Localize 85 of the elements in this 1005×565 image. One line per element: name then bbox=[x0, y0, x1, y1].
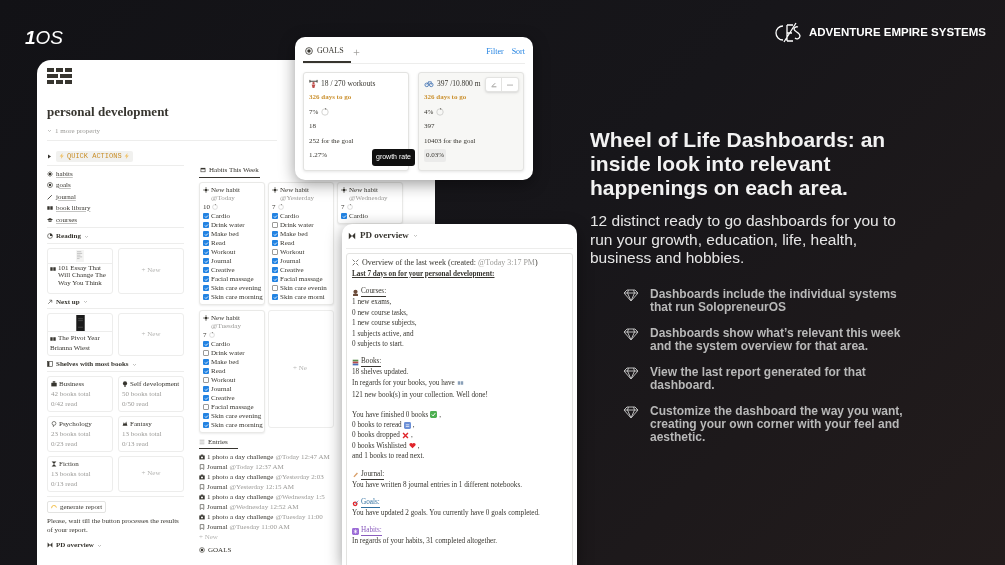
feature-point: Customize the dashboard the way you want, creating your own corner with your feel and aesthetic. bbox=[650, 404, 904, 444]
target-icon bbox=[199, 546, 205, 553]
book-icon bbox=[50, 335, 56, 342]
briefcase-icon bbox=[51, 380, 57, 387]
checkbox[interactable] bbox=[203, 377, 209, 383]
diamond-icon bbox=[623, 405, 639, 419]
overview-heading: Overview of the last week (created: @Today 3:17 PM) bbox=[362, 257, 538, 268]
camera-icon bbox=[199, 494, 205, 500]
lightning-icon bbox=[123, 153, 130, 160]
dart-icon bbox=[352, 499, 359, 507]
diamond-icon bbox=[623, 288, 639, 302]
progress-ring-icon bbox=[346, 204, 353, 210]
cross-mark-icon bbox=[401, 432, 409, 440]
book-cover-icon bbox=[75, 315, 85, 331]
graduation-cap-icon bbox=[47, 216, 53, 223]
goals-tab[interactable]: GOALS bbox=[303, 45, 351, 63]
checkbox[interactable] bbox=[272, 285, 278, 291]
progress-ring-icon bbox=[277, 204, 284, 210]
chevron-down-icon bbox=[82, 299, 88, 305]
chevron-down-icon bbox=[96, 542, 102, 548]
bookmark-icon bbox=[199, 484, 205, 490]
arrows-icon bbox=[352, 259, 359, 267]
feature-point: Dashboards show what’s relevant this week and the system overview for that area. bbox=[650, 326, 902, 353]
checkbox[interactable] bbox=[203, 404, 209, 410]
arrow-up-right-icon bbox=[47, 298, 53, 305]
swirl-icon bbox=[51, 503, 57, 510]
overview-title[interactable]: PD overview bbox=[360, 229, 409, 243]
checkbox[interactable] bbox=[272, 249, 278, 255]
bookshelf-icon bbox=[47, 361, 53, 368]
lightning-icon bbox=[59, 153, 65, 160]
open-book-icon bbox=[456, 379, 464, 386]
target-icon bbox=[305, 47, 313, 55]
company-name: ADVENTURE EMPIRE SYSTEMS bbox=[809, 25, 986, 41]
heart-icon bbox=[408, 442, 416, 450]
bicycle-icon bbox=[424, 79, 434, 88]
pencil-icon bbox=[490, 81, 497, 88]
weightlifter-icon bbox=[309, 79, 318, 88]
target-icon bbox=[47, 182, 53, 189]
progress-ring-icon bbox=[208, 332, 215, 338]
subtitle: 12 distinct ready to go dashboards for you to run your growth, education, life, health, business and hobbies. bbox=[590, 211, 897, 268]
chevron-down-icon bbox=[131, 361, 137, 367]
sun-icon bbox=[203, 186, 209, 193]
brand-mark: 1OS bbox=[25, 27, 64, 48]
feature-point: Dashboards include the individual systems that run SolopreneurOS bbox=[650, 287, 898, 314]
checkbox[interactable] bbox=[272, 222, 278, 228]
chevron-down-icon bbox=[412, 233, 418, 239]
progress-ring-icon bbox=[212, 204, 218, 210]
diamond-icon bbox=[623, 366, 639, 380]
book-cover-icon bbox=[76, 249, 84, 262]
plus-icon[interactable] bbox=[352, 48, 360, 56]
toolbar-link[interactable]: Sort bbox=[511, 46, 525, 58]
checkbox[interactable] bbox=[203, 350, 209, 356]
hourglass-icon bbox=[51, 460, 57, 467]
camera-icon bbox=[199, 474, 205, 480]
diamond-icon bbox=[623, 327, 639, 341]
toggle-triangle-icon[interactable] bbox=[47, 153, 52, 159]
bookmark-icon bbox=[199, 504, 205, 510]
pen-icon bbox=[47, 193, 53, 200]
progress-ring-icon bbox=[436, 107, 445, 116]
camera-icon bbox=[199, 454, 205, 460]
list-icon bbox=[199, 438, 205, 445]
feature-point: View the last report generated for that dashboard. bbox=[650, 365, 867, 392]
page-title: personal development bbox=[47, 103, 169, 121]
progress-ring-icon bbox=[321, 107, 330, 116]
headline: Wheel of Life Dashboards: an inside look into relevant happenings on each area. bbox=[590, 128, 887, 200]
sun-icon bbox=[341, 186, 347, 193]
sun-icon bbox=[47, 170, 53, 177]
check-mark-icon bbox=[430, 411, 438, 419]
asterisk-icon bbox=[352, 527, 359, 535]
logo-icon bbox=[774, 22, 802, 44]
person-icon bbox=[352, 288, 359, 296]
calendar-icon bbox=[200, 167, 206, 174]
chevron-down-icon bbox=[83, 233, 89, 239]
sun-icon bbox=[203, 314, 209, 321]
book-icon bbox=[47, 205, 53, 212]
sun-icon bbox=[272, 186, 278, 193]
page-icon bbox=[47, 68, 72, 85]
books-icon bbox=[352, 358, 359, 366]
bookmark-icon bbox=[199, 464, 205, 470]
chevron-down-icon bbox=[47, 128, 52, 134]
pie-chart-icon bbox=[47, 233, 53, 240]
book-icon bbox=[50, 265, 56, 272]
camera-icon bbox=[199, 514, 205, 520]
bookmark-icon bbox=[199, 524, 205, 530]
toolbar-link[interactable]: Filter bbox=[486, 46, 504, 58]
